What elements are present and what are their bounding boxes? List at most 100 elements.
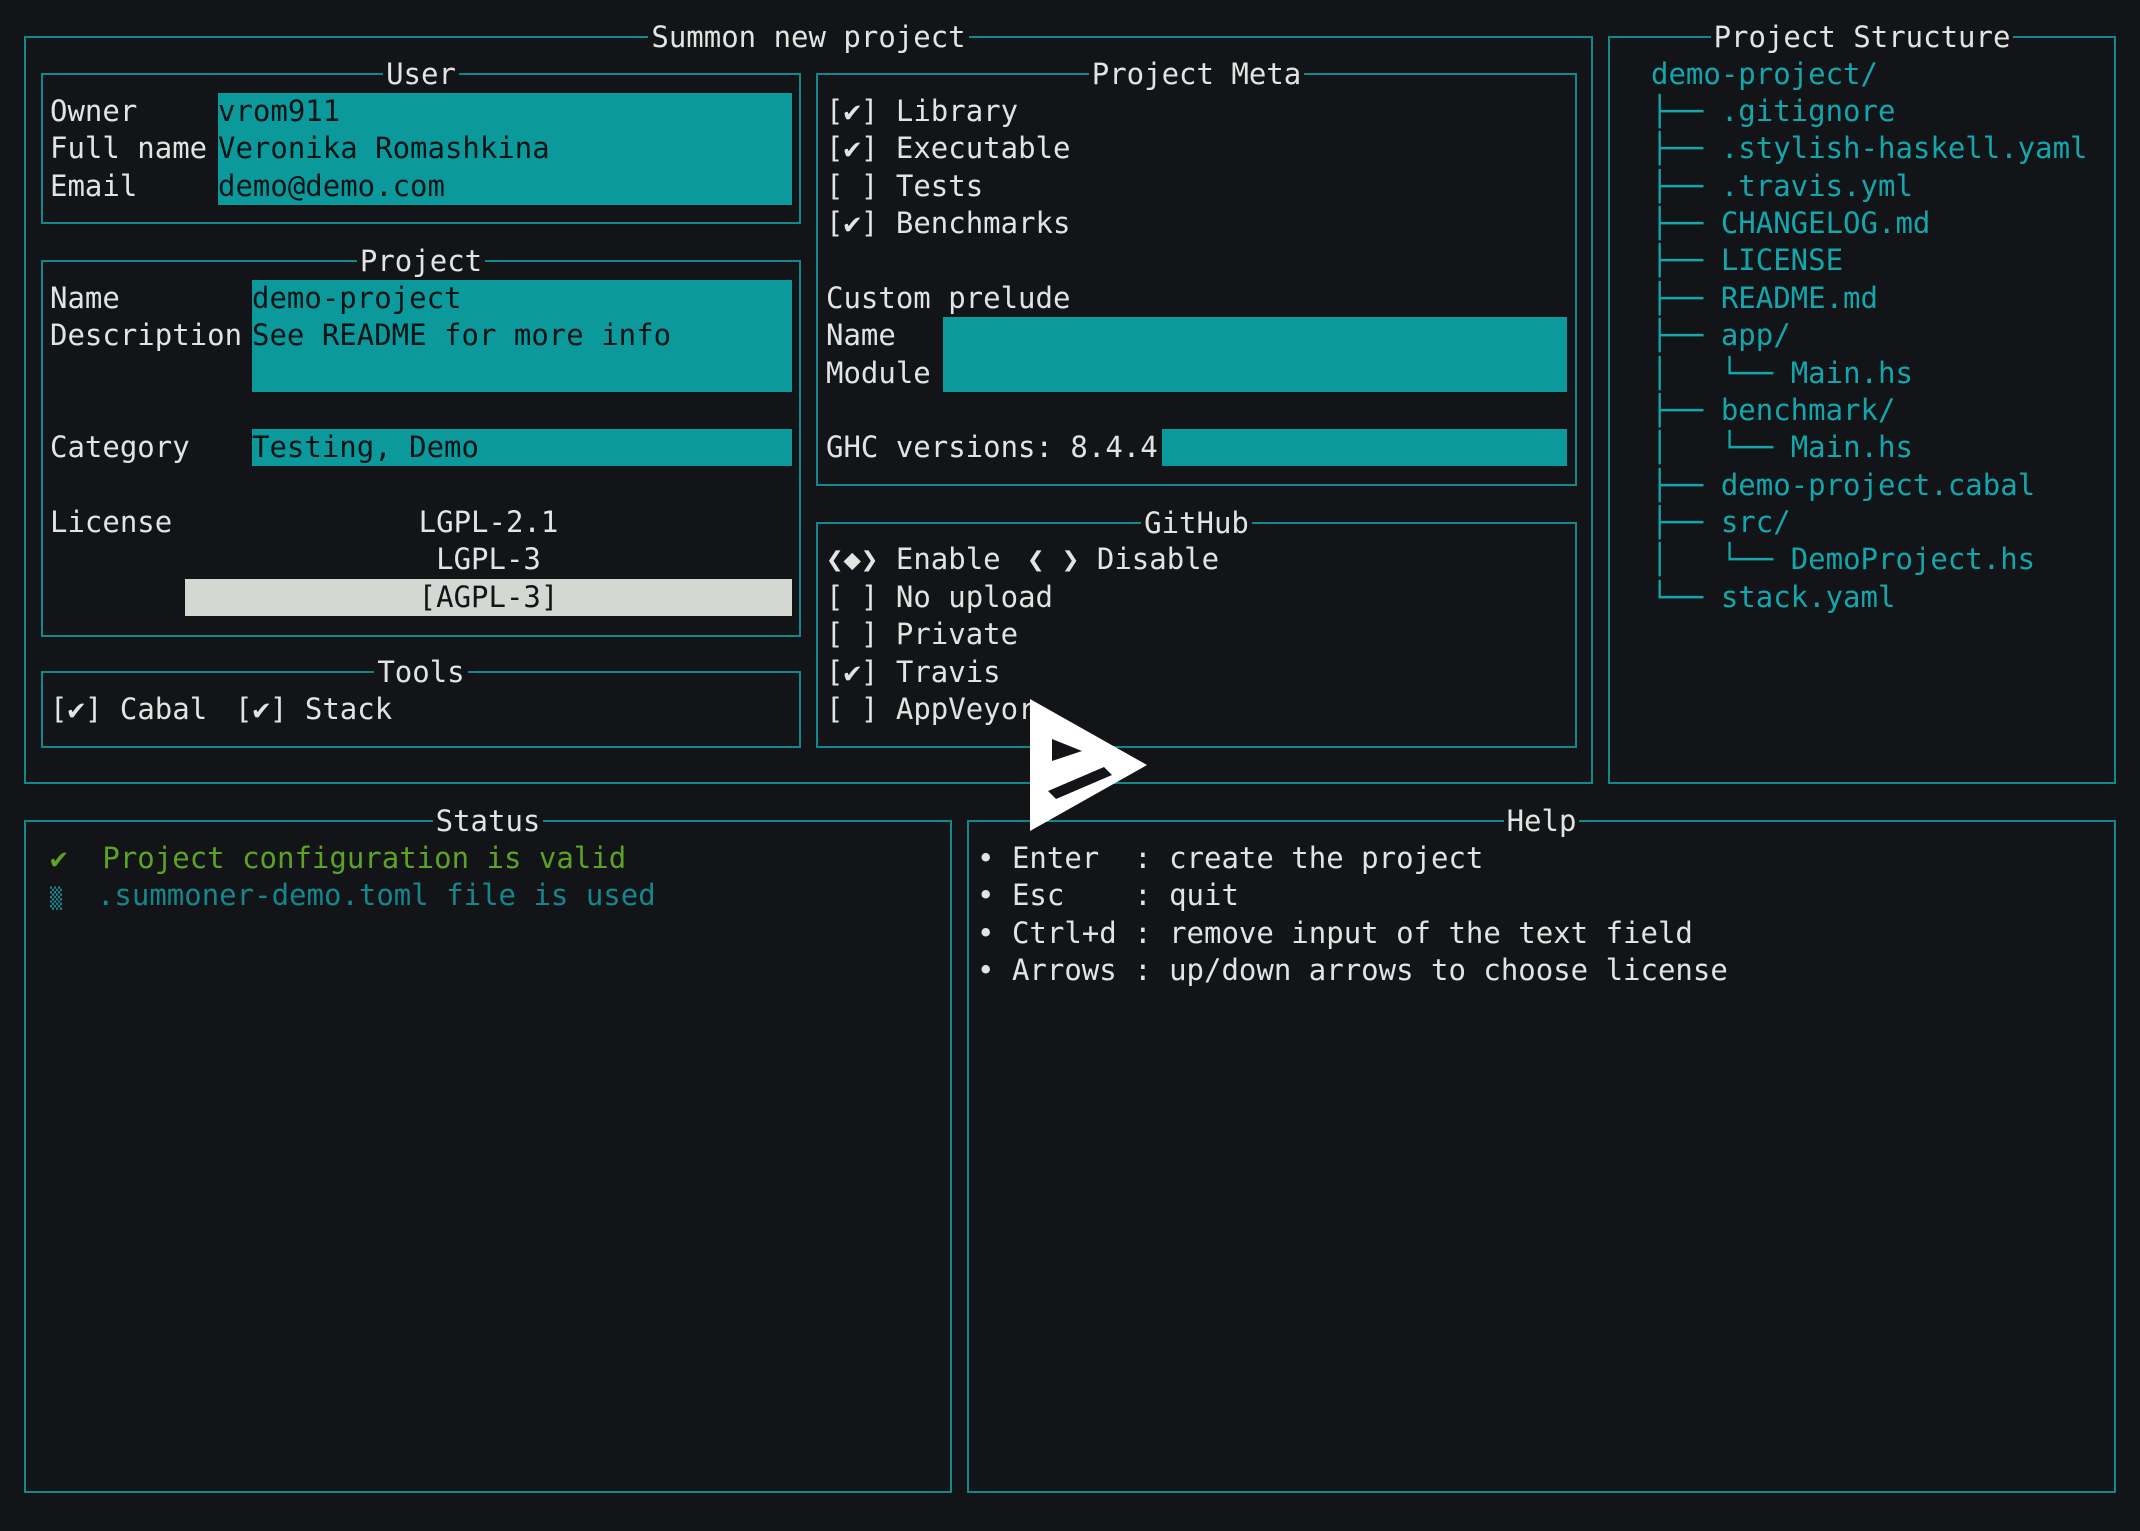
disable-label: Disable [1096,542,1220,576]
appveyor-checkbox[interactable]: [ ] AppVeyor [826,691,1036,728]
tree-prefix: ├── [1651,131,1721,165]
tree-item: ├── README.md [1651,280,1878,317]
stack-label: Stack [304,692,393,726]
category-label: Category [50,430,190,464]
tree-item-name: demo-project.cabal [1720,468,2036,502]
check-mark: [ ] [826,617,879,651]
bullet: • [977,878,995,912]
tree-prefix: ├── [1651,206,1721,240]
email-input[interactable]: demo@demo.com [218,168,445,205]
owner-input[interactable]: vrom911 [218,93,340,130]
cabal-checkbox[interactable]: [✔] Cabal [50,691,207,728]
license-label: License [50,505,173,539]
benchmarks-checkbox[interactable]: [✔] Benchmarks [826,205,1070,242]
tree-item-name: .travis.yml [1720,169,1913,203]
tree-prefix: └── [1651,580,1721,614]
ghc-versions-field[interactable] [1162,429,1567,466]
tree-item: │ └── Main.hs [1651,355,1913,392]
tree-item: ├── src/ [1651,504,1791,541]
tree-prefix: │ └── [1651,430,1791,464]
description-input[interactable]: See README for more info [252,317,671,354]
tree-prefix: ├── [1651,281,1721,315]
tree-item-name: LICENSE [1720,243,1844,277]
project-structure-panel-title-bar: Project Structure [1610,19,2114,56]
tree-root: demo-project/ [1651,56,1878,93]
help-panel-title: Help [1503,803,1580,840]
full-name-input[interactable]: Veronika Romashkina [218,130,550,167]
tree-item-name: .gitignore [1720,94,1896,128]
help-description: up/down arrows to choose license [1169,953,1728,987]
tree-item-name: Main.hs [1790,430,1913,464]
bullet: • [977,916,995,950]
project-name-label: Name [50,281,120,315]
travis-label: Travis [895,655,1001,689]
enable-label: Enable [895,542,1001,576]
tree-prefix: ├── [1651,468,1721,502]
file-icon: ▒ [50,886,63,910]
prelude-module-label: Module [826,356,931,390]
tree-prefix: │ └── [1651,542,1791,576]
license-option[interactable]: LGPL-2.1 [185,504,792,541]
tree-item-name: README.md [1720,281,1878,315]
travis-checkbox[interactable]: [✔] Travis [826,654,1001,691]
license-option[interactable]: LGPL-3 [185,541,792,578]
help-description: quit [1169,878,1239,912]
tree-item: └── stack.yaml [1651,579,1895,616]
tree-prefix: ├── [1651,318,1721,352]
appveyor-label: AppVeyor [895,692,1036,726]
tree-item-name: Main.hs [1790,356,1913,390]
private-checkbox[interactable]: [ ] Private [826,616,1018,653]
cabal-check-mark: [✔] [50,692,103,726]
tree-item-name: .stylish-haskell.yaml [1720,131,2088,165]
prelude-input-field[interactable] [943,317,1567,392]
tree-item-name: demo-project/ [1651,57,1878,91]
email-label: Email [50,169,138,203]
tree-item: ├── .gitignore [1651,93,1895,130]
tree-prefix: │ └── [1651,356,1791,390]
tree-prefix: ├── [1651,169,1721,203]
tree-item: ├── app/ [1651,317,1791,354]
help-description: create the project [1169,841,1484,875]
bullet: • [977,841,995,875]
tree-item: ├── demo-project.cabal [1651,467,2035,504]
help-line: • Arrows : up/down arrows to choose lice… [977,952,1728,989]
executable-checkbox[interactable]: [✔] Executable [826,130,1070,167]
category-input[interactable]: Testing, Demo [252,429,479,466]
radio-selected-icon: ❮◆❯ [826,542,879,576]
library-checkbox[interactable]: [✔] Library [826,93,1018,130]
description-label: Description [50,318,243,352]
help-key: Esc [1011,878,1117,912]
tree-item: ├── .stylish-haskell.yaml [1651,130,2088,167]
tests-checkbox[interactable]: [ ] Tests [826,168,983,205]
owner-label: Owner [50,94,138,128]
status-panel: Status [24,803,952,1493]
status-valid-text: Project configuration is valid [102,841,627,875]
play-logo-icon[interactable] [1026,695,1151,835]
license-option-selected[interactable]: [AGPL-3] [185,579,792,616]
tree-item: │ └── DemoProject.hs [1651,541,2035,578]
no-upload-checkbox[interactable]: [ ] No upload [826,579,1053,616]
cabal-label: Cabal [119,692,208,726]
help-line: • Enter : create the project [977,840,1483,877]
radio-empty-icon: ❮ ❯ [1027,542,1080,576]
help-line: • Esc : quit [977,877,1239,914]
tree-item-name: benchmark/ [1720,393,1896,427]
github-enable-radio[interactable]: ❮◆❯ Enable [826,541,1001,578]
check-mark: [✔] [826,655,879,689]
tree-item: ├── benchmark/ [1651,392,1895,429]
check-mark: [✔] [826,94,879,128]
check-mark: [ ] [826,692,879,726]
github-disable-radio[interactable]: ❮ ❯ Disable [1027,541,1219,578]
project-name-input[interactable]: demo-project [252,280,462,317]
status-panel-title-bar: Status [26,803,950,840]
help-key: Ctrl+d [1011,916,1117,950]
custom-prelude-label: Custom prelude [826,281,1071,315]
status-valid-line: ✔ Project configuration is valid [50,840,626,877]
check-icon: ✔ [50,841,68,875]
project-structure-panel-title: Project Structure [1710,19,2014,56]
stack-checkbox[interactable]: [✔] Stack [235,691,392,728]
benchmarks-label: Benchmarks [895,206,1071,240]
help-description: remove input of the text field [1169,916,1693,950]
tree-item: ├── CHANGELOG.md [1651,205,1930,242]
help-key: Enter [1011,841,1117,875]
